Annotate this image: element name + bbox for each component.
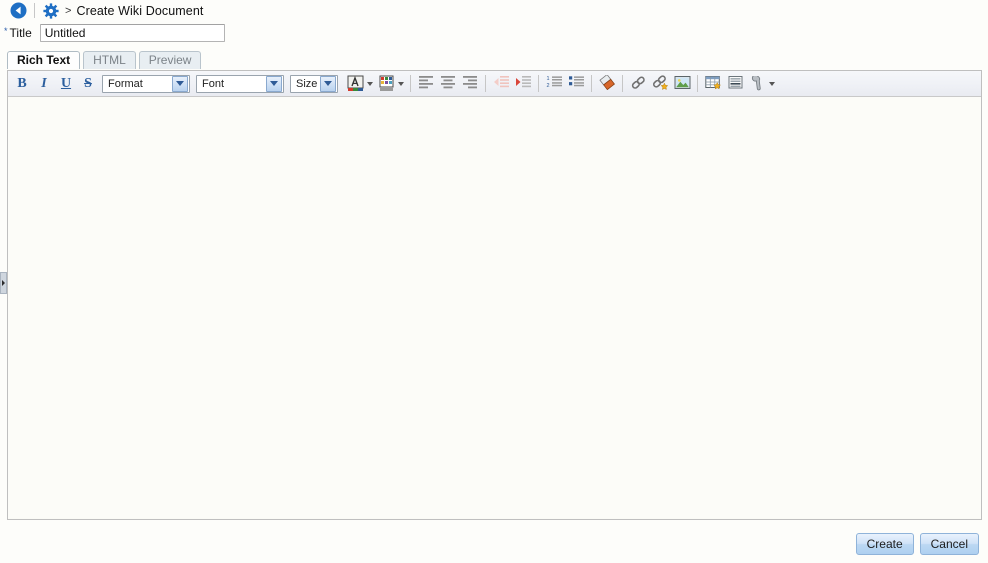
insert-table-button[interactable] [702, 73, 724, 94]
italic-label: I [41, 75, 47, 91]
bulleted-list-icon [568, 75, 585, 92]
bold-button[interactable]: B [11, 73, 33, 94]
toolbar-separator [410, 75, 411, 92]
align-left-icon [418, 75, 434, 92]
align-center-icon [440, 75, 456, 92]
horizontal-rule-button[interactable] [724, 73, 746, 94]
tab-rich-text[interactable]: Rich Text [7, 51, 81, 69]
align-right-icon [462, 75, 478, 92]
editor-content-area[interactable] [8, 97, 981, 518]
font-select[interactable]: Font [196, 74, 284, 93]
dialog-action-bar: Create Cancel [855, 533, 979, 555]
toolbar-separator [485, 75, 486, 92]
text-color-button[interactable] [344, 73, 375, 94]
title-label: Title [9, 26, 32, 40]
collapse-arrow-icon [2, 280, 5, 286]
outdent-button[interactable] [490, 73, 512, 94]
insert-link-button[interactable] [649, 73, 671, 94]
tab-html[interactable]: HTML [83, 51, 136, 69]
italic-button[interactable]: I [33, 73, 55, 94]
image-icon [674, 75, 691, 93]
tools-button[interactable] [746, 73, 777, 94]
background-color-button[interactable] [375, 73, 406, 94]
text-color-icon [344, 73, 366, 94]
chevron-down-icon [172, 75, 188, 92]
wrench-icon [746, 73, 768, 94]
bold-label: B [17, 75, 27, 91]
editor-mode-tabs: Rich Text HTML Preview [0, 50, 988, 69]
back-arrow-icon[interactable] [9, 2, 27, 20]
chevron-down-icon [769, 81, 775, 86]
strikethrough-button[interactable]: S [77, 73, 99, 94]
background-color-icon [375, 73, 397, 94]
numbered-list-button[interactable]: 1 2 [543, 73, 565, 94]
eraser-icon [598, 73, 616, 93]
toolbar-separator [538, 75, 539, 92]
indent-button[interactable] [512, 73, 534, 94]
page-title: Create Wiki Document [76, 3, 204, 18]
create-button[interactable]: Create [855, 533, 914, 555]
strikethrough-label: S [84, 75, 92, 91]
cancel-button[interactable]: Cancel [919, 533, 979, 555]
underline-label: U [60, 75, 72, 91]
outdent-icon [493, 75, 510, 92]
remove-format-button[interactable] [596, 73, 618, 94]
align-right-button[interactable] [459, 73, 481, 94]
editor-toolbar: B I U S Format Font Size 1 2 [8, 71, 981, 97]
align-center-button[interactable] [437, 73, 459, 94]
gear-icon[interactable] [42, 2, 60, 20]
svg-text:2: 2 [546, 83, 549, 89]
breadcrumb-separator: > [65, 4, 72, 17]
toolbar-separator [591, 75, 592, 92]
insert-link-icon [652, 74, 669, 93]
chevron-down-icon [320, 75, 336, 92]
link-icon [630, 75, 647, 93]
image-button[interactable] [671, 73, 693, 94]
insert-table-icon [704, 75, 722, 93]
sidebar-collapse-handle[interactable] [0, 272, 7, 294]
rich-text-editor: B I U S Format Font Size 1 2 [7, 70, 982, 520]
format-select-value: Format [108, 77, 143, 90]
title-input[interactable] [39, 24, 225, 42]
toolbar-separator [622, 75, 623, 92]
format-select[interactable]: Format [102, 74, 190, 93]
numbered-list-icon: 1 2 [546, 75, 563, 92]
chevron-down-icon [266, 75, 282, 92]
tab-preview[interactable]: Preview [138, 51, 202, 69]
underline-button[interactable]: U [55, 73, 77, 94]
svg-text:1: 1 [546, 76, 549, 82]
link-button[interactable] [627, 73, 649, 94]
chevron-down-icon [398, 81, 404, 86]
required-marker: * [4, 25, 8, 36]
breadcrumb-bar: > Create Wiki Document [0, 0, 988, 20]
toolbar-separator [697, 75, 698, 92]
font-select-value: Font [202, 77, 225, 90]
indent-icon [515, 75, 532, 92]
size-select-value: Size [296, 77, 318, 90]
breadcrumb-divider [34, 3, 35, 18]
size-select[interactable]: Size [290, 74, 338, 93]
title-field-row: * Title [0, 22, 988, 44]
align-left-button[interactable] [415, 73, 437, 94]
chevron-down-icon [367, 81, 373, 86]
horizontal-rule-icon [727, 75, 744, 93]
bulleted-list-button[interactable] [565, 73, 587, 94]
